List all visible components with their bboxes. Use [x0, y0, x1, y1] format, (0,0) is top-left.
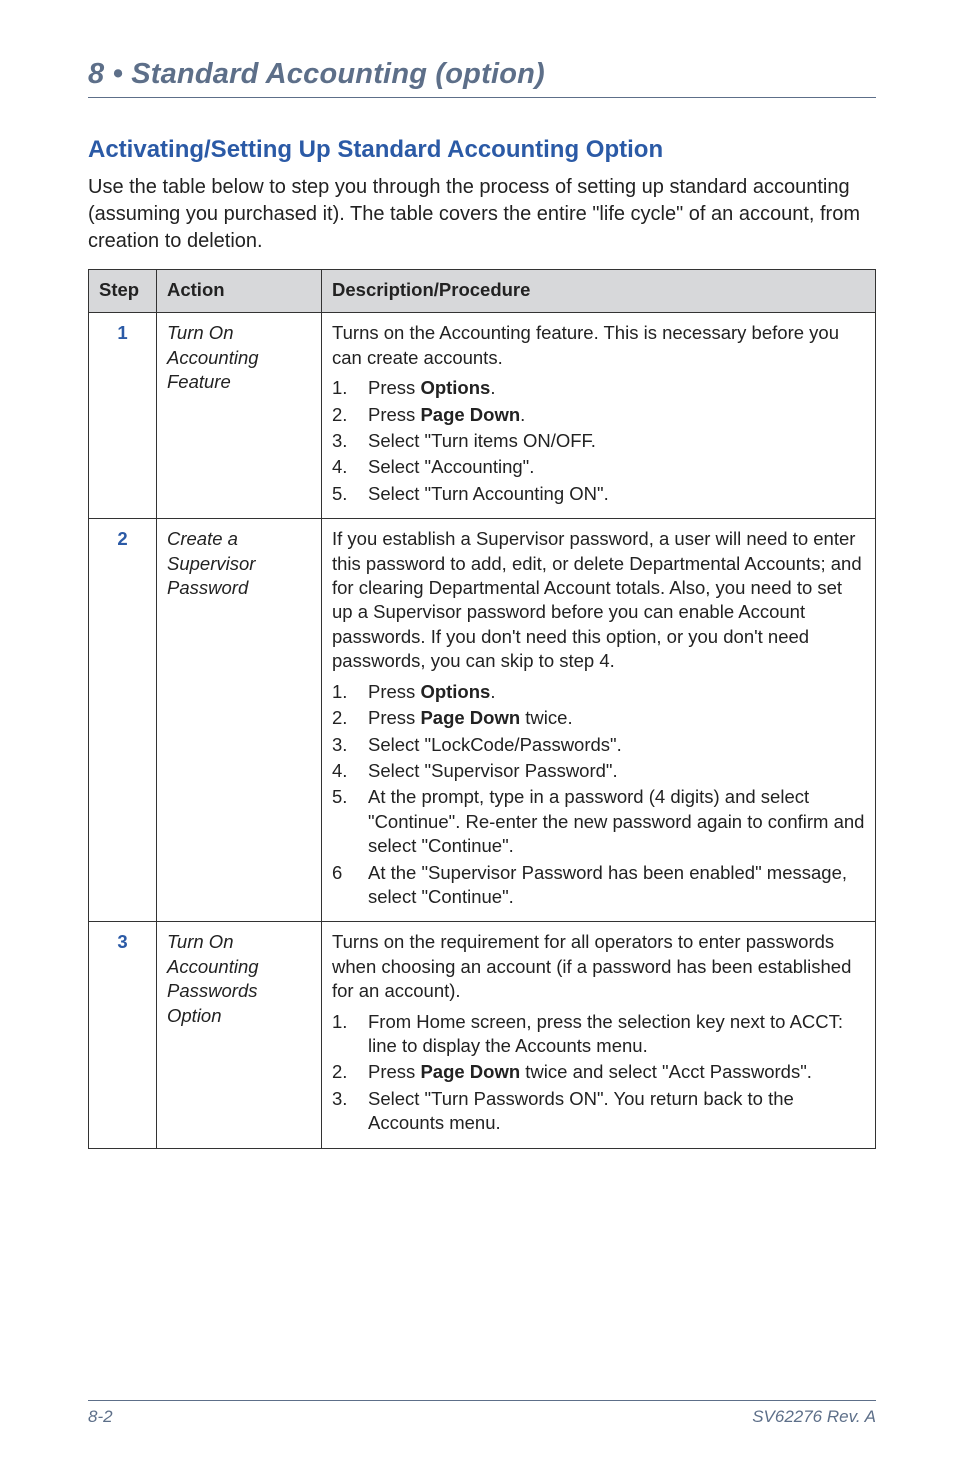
action-cell: Turn On Accounting Passwords Option [157, 922, 322, 1148]
list-item: 1.Press Options. [332, 376, 865, 400]
table-row: 1 Turn On Accounting Feature Turns on th… [89, 313, 876, 519]
list-item: 4.Select "Accounting". [332, 455, 865, 479]
action-cell: Turn On Accounting Feature [157, 313, 322, 519]
list-item: 3.Select "Turn Passwords ON". You return… [332, 1087, 865, 1136]
step-number: 2 [89, 519, 157, 922]
lead-text: If you establish a Supervisor password, … [332, 527, 865, 673]
step-list: 1.From Home screen, press the selection … [332, 1010, 865, 1136]
col-header-step: Step [89, 270, 157, 313]
section-heading: Activating/Setting Up Standard Accountin… [88, 136, 876, 164]
list-item: 5.At the prompt, type in a password (4 d… [332, 785, 865, 858]
list-item: 3.Select "LockCode/Passwords". [332, 733, 865, 757]
list-item: 5.Select "Turn Accounting ON". [332, 482, 865, 506]
list-item: 6At the "Supervisor Password has been en… [332, 861, 865, 910]
step-number: 1 [89, 313, 157, 519]
col-header-desc: Description/Procedure [322, 270, 876, 313]
title-rule [88, 97, 876, 98]
footer-rule [88, 1400, 876, 1401]
doc-revision: SV62276 Rev. A [752, 1407, 876, 1427]
lead-text: Turns on the Accounting feature. This is… [332, 321, 865, 370]
step-number: 3 [89, 922, 157, 1148]
page-footer: 8-2 SV62276 Rev. A [88, 1400, 876, 1427]
procedure-table: Step Action Description/Procedure 1 Turn… [88, 269, 876, 1149]
intro-paragraph: Use the table below to step you through … [88, 174, 876, 255]
page-number: 8-2 [88, 1407, 113, 1427]
desc-cell: If you establish a Supervisor password, … [322, 519, 876, 922]
step-list: 1.Press Options. 2.Press Page Down. 3.Se… [332, 376, 865, 506]
list-item: 2.Press Page Down twice. [332, 706, 865, 730]
desc-cell: Turns on the Accounting feature. This is… [322, 313, 876, 519]
list-item: 3.Select "Turn items ON/OFF. [332, 429, 865, 453]
step-list: 1.Press Options. 2.Press Page Down twice… [332, 680, 865, 910]
list-item: 2.Press Page Down. [332, 403, 865, 427]
lead-text: Turns on the requirement for all operato… [332, 930, 865, 1003]
desc-cell: Turns on the requirement for all operato… [322, 922, 876, 1148]
col-header-action: Action [157, 270, 322, 313]
action-cell: Create a Supervisor Password [157, 519, 322, 922]
list-item: 2.Press Page Down twice and select "Acct… [332, 1060, 865, 1084]
list-item: 4.Select "Supervisor Password". [332, 759, 865, 783]
table-row: 2 Create a Supervisor Password If you es… [89, 519, 876, 922]
list-item: 1.Press Options. [332, 680, 865, 704]
chapter-title: 8 • Standard Accounting (option) [88, 58, 876, 91]
table-row: 3 Turn On Accounting Passwords Option Tu… [89, 922, 876, 1148]
list-item: 1.From Home screen, press the selection … [332, 1010, 865, 1059]
